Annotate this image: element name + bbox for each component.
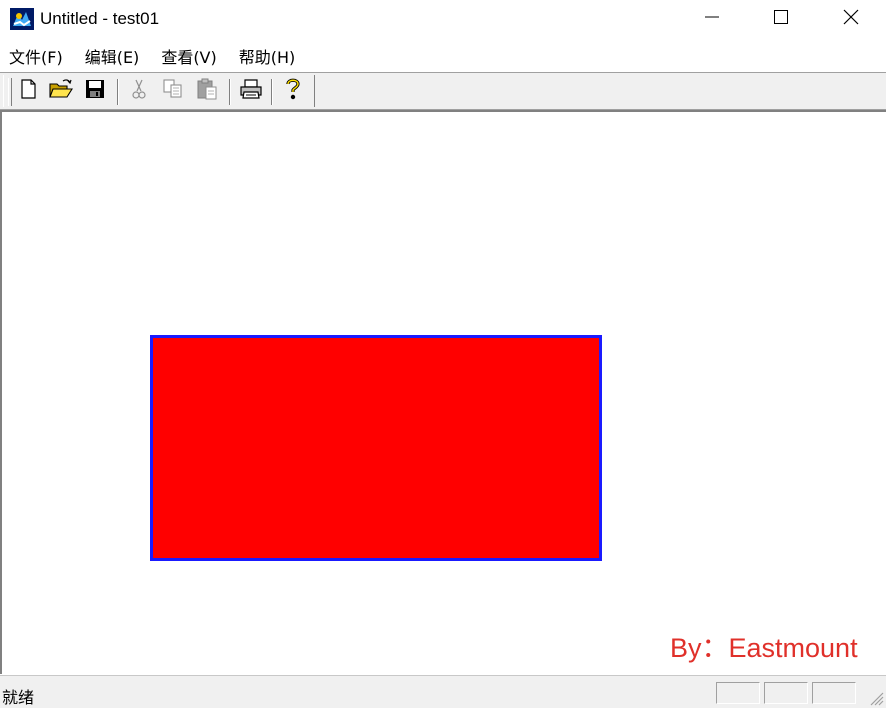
toolbar-grip[interactable]	[8, 78, 12, 106]
print-button[interactable]	[239, 79, 263, 103]
cut-button[interactable]	[127, 79, 151, 103]
minimize-button[interactable]	[677, 0, 747, 38]
help-button[interactable]	[281, 77, 305, 105]
minimize-icon	[704, 9, 720, 29]
watermark-text: By：Eastmount	[670, 633, 858, 663]
menu-edit[interactable]: 编辑(E)	[85, 45, 140, 71]
menu-help[interactable]: 帮助(H)	[239, 45, 296, 71]
paste-icon	[196, 78, 218, 104]
cut-icon	[130, 78, 148, 104]
resize-grip-icon[interactable]	[868, 690, 884, 706]
open-button[interactable]	[49, 79, 73, 103]
toolbar-separator	[271, 79, 273, 105]
close-icon	[842, 8, 860, 30]
print-icon	[239, 78, 263, 104]
toolbar-separator	[229, 79, 231, 105]
help-icon	[284, 77, 302, 105]
new-file-button[interactable]	[16, 79, 40, 103]
drawn-rectangle	[150, 335, 602, 561]
status-text: 就绪	[2, 688, 35, 707]
save-button[interactable]	[83, 79, 107, 103]
status-bar: 就绪	[0, 675, 886, 708]
maximize-icon	[773, 9, 789, 29]
new-file-icon	[19, 79, 37, 103]
status-pane-num	[764, 682, 808, 704]
save-icon	[85, 79, 105, 103]
status-pane-caps	[716, 682, 760, 704]
app-icon[interactable]	[10, 8, 34, 30]
toolbar-separator	[117, 79, 119, 105]
menu-file[interactable]: 文件(F)	[9, 45, 63, 71]
maximize-button[interactable]	[746, 0, 816, 38]
copy-icon	[162, 78, 184, 104]
window-title: Untitled - test01	[40, 9, 160, 28]
copy-button[interactable]	[161, 79, 185, 103]
status-pane-scrl	[812, 682, 856, 704]
menu-bar: 文件(F) 编辑(E) 查看(V) 帮助(H)	[0, 44, 886, 72]
toolbar-panel	[3, 75, 315, 107]
open-folder-icon	[49, 79, 73, 103]
toolbar	[0, 73, 886, 110]
title-bar: Untitled - test01	[0, 0, 886, 38]
menu-view[interactable]: 查看(V)	[161, 45, 216, 71]
close-button[interactable]	[816, 0, 886, 38]
paste-button[interactable]	[195, 78, 219, 104]
